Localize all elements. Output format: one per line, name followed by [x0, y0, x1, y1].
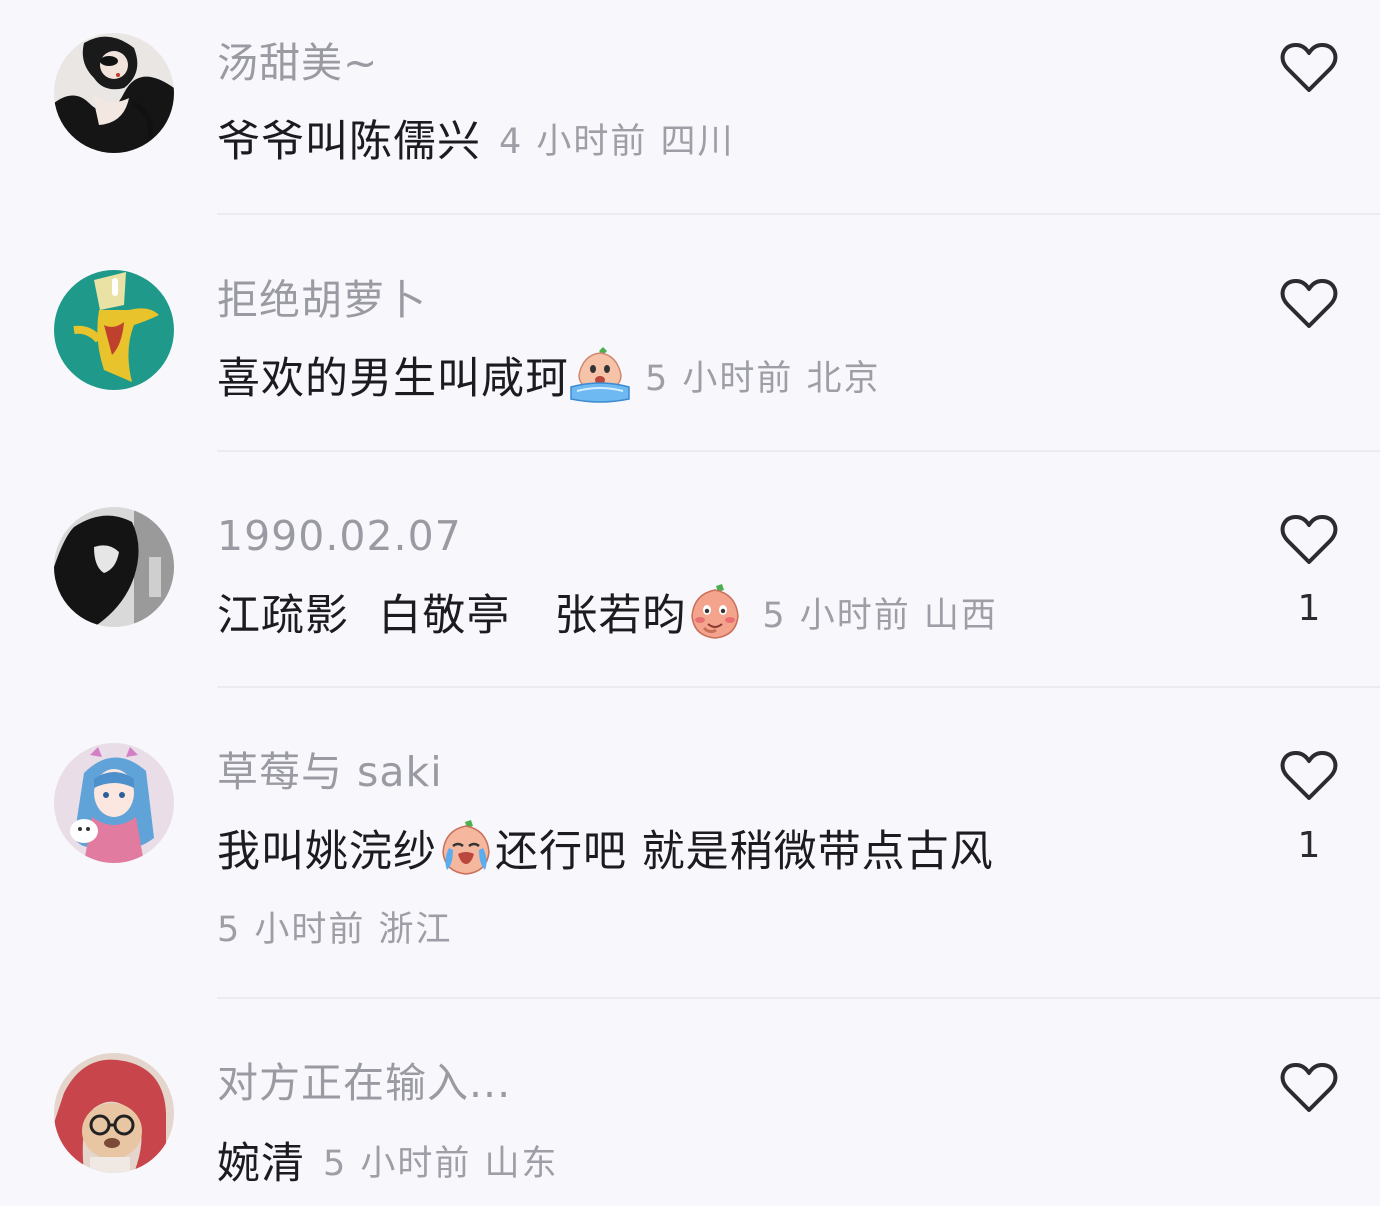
comment-content: 喜欢的男生叫咸珂 5 小时前 北京: [217, 347, 881, 404]
comment-meta: 5 小时前 山东: [323, 1143, 559, 1184]
user-avatar[interactable]: [54, 743, 174, 863]
comment-text: 江疏影 白敬亭 张若昀: [217, 591, 687, 641]
comment-content: 我叫姚浣纱 还行吧 就是稍微带点古风: [217, 820, 994, 877]
sobbing-peach-emoji-icon: [437, 820, 495, 876]
heart-outline-icon: [1280, 279, 1338, 328]
comment-divider: [217, 213, 1380, 215]
comment-meta: 5 小时前 山西: [762, 595, 998, 636]
comment-divider: [217, 997, 1380, 999]
like-button[interactable]: [1280, 514, 1338, 566]
heart-outline-icon: [1280, 43, 1338, 92]
comment-meta: 5 小时前 浙江: [217, 909, 453, 950]
comment-username[interactable]: 草莓与 saki: [217, 747, 443, 797]
like-button[interactable]: [1280, 278, 1338, 330]
comment-meta-line: 5 小时前 浙江: [217, 898, 453, 954]
user-avatar[interactable]: [54, 507, 174, 627]
comment-content: 婉清 5 小时前 山东: [217, 1132, 559, 1189]
heart-outline-icon: [1280, 751, 1338, 800]
user-avatar[interactable]: [54, 33, 174, 153]
comment-divider: [217, 450, 1380, 452]
comment-text: 喜欢的男生叫咸珂: [217, 354, 569, 404]
comment-text: 婉清: [217, 1139, 305, 1189]
comment-text: 爷爷叫陈儒兴: [217, 117, 481, 167]
like-button[interactable]: [1280, 1062, 1338, 1114]
comment-text: 我叫姚浣纱: [217, 827, 437, 877]
like-button[interactable]: [1280, 42, 1338, 94]
like-count: 1: [1297, 588, 1321, 629]
comment-divider: [217, 686, 1380, 688]
comment-content: 江疏影 白敬亭 张若昀 5 小时前 山西: [217, 584, 998, 641]
user-avatar[interactable]: [54, 270, 174, 390]
shy-peach-emoji-icon: [686, 584, 744, 640]
heart-outline-icon: [1280, 515, 1338, 564]
like-count: 1: [1297, 825, 1321, 866]
heart-outline-icon: [1280, 1063, 1338, 1112]
comment-text: 还行吧 就是稍微带点古风: [495, 827, 994, 877]
comment-username[interactable]: 1990.02.07: [217, 511, 462, 561]
user-avatar[interactable]: [54, 1053, 174, 1173]
comment-meta: 4 小时前 四川: [499, 121, 735, 162]
comment-meta: 5 小时前 北京: [645, 358, 881, 399]
comment-username[interactable]: 拒绝胡萝卜: [217, 275, 427, 325]
like-button[interactable]: [1280, 750, 1338, 802]
comment-content: 爷爷叫陈儒兴 4 小时前 四川: [217, 110, 735, 167]
comment-username[interactable]: 汤甜美~: [217, 38, 378, 88]
comment-username[interactable]: 对方正在输入...: [217, 1058, 511, 1108]
crying-peach-emoji-icon: [569, 347, 630, 403]
